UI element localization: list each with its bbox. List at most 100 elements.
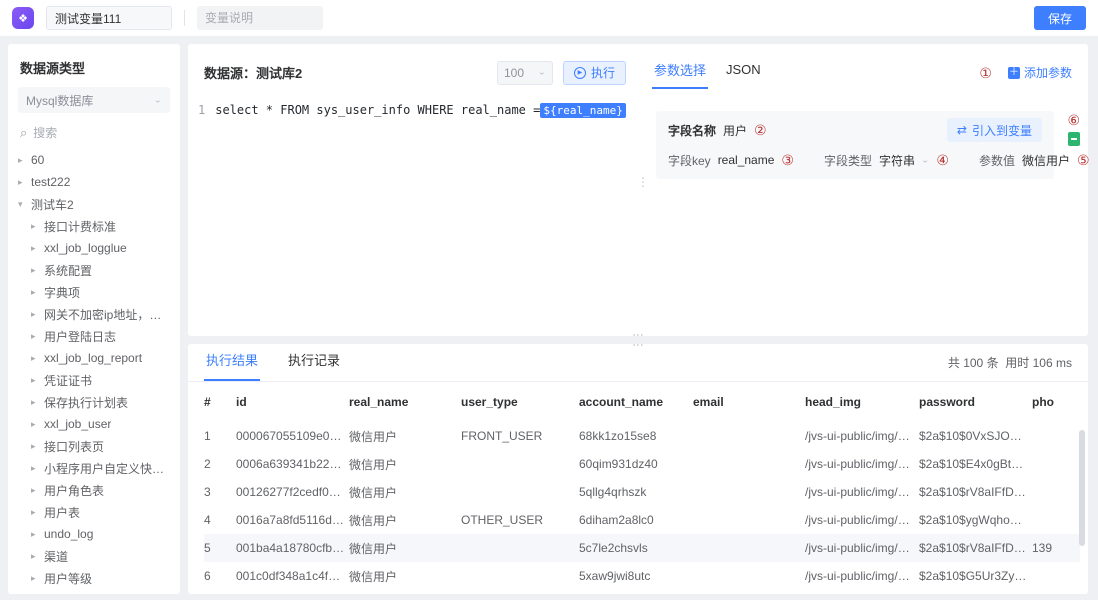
param-value-value[interactable]: 微信用户 <box>1022 152 1070 169</box>
chevron-down-icon: ⌄ <box>921 156 929 165</box>
variable-desc-input[interactable] <box>197 6 323 30</box>
table-cell <box>693 506 805 534</box>
collapse-handle-icon[interactable] <box>1068 132 1080 146</box>
field-type-select[interactable]: 字符串 ⌄ <box>879 152 929 169</box>
run-button[interactable]: ▶ 执行 <box>563 61 626 85</box>
tree-item[interactable]: ▸xxl_job_logglue <box>18 237 170 259</box>
tree-item-label: 小程序用户自定义快速入 <box>44 460 170 477</box>
tree-item[interactable]: ▸test222 <box>18 171 170 193</box>
caret-icon[interactable]: ▸ <box>18 177 31 188</box>
tree-item[interactable]: ▸用户登陆日志 <box>18 325 170 347</box>
import-to-variable-button[interactable]: ⇄ 引入到变量 <box>947 118 1042 142</box>
tree-item-label: 凭证证书 <box>44 372 92 389</box>
tree-item[interactable]: ▸用户角色表 <box>18 479 170 501</box>
result-summary: 共 100 条 用时 106 ms <box>948 354 1072 381</box>
datasource-title: 数据源：测试库2 <box>204 63 302 82</box>
table-cell <box>693 422 805 450</box>
tree-item[interactable]: ▸xxl_job_log_report <box>18 347 170 369</box>
table-row[interactable]: 1000067055109e0110e...微信用户FRONT_USER68kk… <box>204 422 1080 450</box>
result-table-wrap: #idreal_nameuser_typeaccount_nameemailhe… <box>188 382 1088 594</box>
table-cell: 5 <box>204 534 236 562</box>
caret-icon[interactable]: ▸ <box>31 287 44 298</box>
app-logo[interactable]: ❖ <box>12 7 34 29</box>
tree-item[interactable]: ▸用户表 <box>18 501 170 523</box>
tab-param-select[interactable]: 参数选择 <box>652 56 708 89</box>
column-header: password <box>919 382 1032 422</box>
tree-item[interactable]: ▸邀请用户待审核 <box>18 589 170 594</box>
tree-item[interactable]: ▾测试车2 <box>18 193 170 215</box>
table-scrollbar[interactable] <box>1079 430 1085 546</box>
caret-icon[interactable]: ▸ <box>31 419 44 430</box>
tree-item[interactable]: ▸xxl_job_user <box>18 413 170 435</box>
table-row[interactable]: 40016a7a8fd5116d9bf0...微信用户OTHER_USER6di… <box>204 506 1080 534</box>
caret-icon[interactable]: ▸ <box>31 397 44 408</box>
table-row[interactable]: 300126277f2cedf09bdfa...微信用户5qllg4qrhszk… <box>204 478 1080 506</box>
save-button[interactable]: 保存 <box>1034 6 1086 30</box>
row-limit-select[interactable]: 100 ⌄ <box>497 61 553 85</box>
table-cell: /jvs-ui-public/img/headI... <box>805 422 919 450</box>
vertical-splitter-handle[interactable]: ⋮ <box>636 97 650 336</box>
caret-icon[interactable]: ▸ <box>31 485 44 496</box>
search-box[interactable]: ⌕ <box>18 123 170 149</box>
tree-item[interactable]: ▸渠道 <box>18 545 170 567</box>
caret-icon[interactable]: ▸ <box>18 155 31 166</box>
summary-total-label: 共 <box>948 356 960 370</box>
tree-item[interactable]: ▸60 <box>18 149 170 171</box>
caret-icon[interactable]: ▸ <box>31 309 44 320</box>
table-cell <box>693 534 805 562</box>
table-cell <box>461 450 579 478</box>
caret-icon[interactable]: ▸ <box>31 529 44 540</box>
tab-exec-result[interactable]: 执行结果 <box>204 340 260 381</box>
tree-item[interactable]: ▸用户等级 <box>18 567 170 589</box>
sidebar: 数据源类型 Mysql数据库 ⌄ ⌕ ▸60▸test222▾测试车2▸接口计费… <box>8 44 180 594</box>
tree-item[interactable]: ▸网关不加密ip地址，主要j <box>18 303 170 325</box>
panel-resize-handle[interactable]: ⋮⋮ <box>632 330 645 350</box>
table-cell <box>1032 506 1080 534</box>
caret-icon[interactable]: ▸ <box>31 331 44 342</box>
tree-item[interactable]: ▸字典项 <box>18 281 170 303</box>
table-cell: 2 <box>204 450 236 478</box>
caret-icon[interactable]: ▸ <box>31 353 44 364</box>
tree-item[interactable]: ▸凭证证书 <box>18 369 170 391</box>
datasource-type-select[interactable]: Mysql数据库 ⌄ <box>18 87 170 113</box>
table-cell <box>693 562 805 590</box>
search-input[interactable] <box>33 126 180 140</box>
caret-icon[interactable]: ▸ <box>31 507 44 518</box>
caret-icon[interactable]: ▸ <box>31 551 44 562</box>
tab-json[interactable]: JSON <box>724 58 763 87</box>
table-cell: 0016a7a8fd5116d9bf0... <box>236 506 349 534</box>
caret-icon[interactable]: ▸ <box>31 375 44 386</box>
params-area: 字段名称 用户 ② ⇄ 引入到变量 字段key real_name <box>650 97 1088 336</box>
tree-item[interactable]: ▸接口计费标准 <box>18 215 170 237</box>
tree-item-label: 用户登陆日志 <box>44 328 116 345</box>
tree-item-label: 用户等级 <box>44 570 92 587</box>
table-row[interactable]: 20006a639341b2238bb...微信用户60qim931dz40/j… <box>204 450 1080 478</box>
caret-icon[interactable]: ▸ <box>31 463 44 474</box>
table-cell: 001c0df348a1c4f6c6f4... <box>236 562 349 590</box>
sql-editor[interactable]: 1select * FROM sys_user_info WHERE real_… <box>188 97 636 336</box>
caret-icon[interactable]: ▸ <box>31 243 44 254</box>
tree-item[interactable]: ▸小程序用户自定义快速入 <box>18 457 170 479</box>
table-row[interactable]: 6001c0df348a1c4f6c6f4...微信用户5xaw9jwi8utc… <box>204 562 1080 590</box>
add-param-button[interactable]: ＋ 添加参数 <box>1008 64 1072 81</box>
tree-item-label: 60 <box>31 153 44 167</box>
field-name-value[interactable]: 用户 <box>723 122 747 139</box>
caret-icon[interactable]: ▸ <box>31 265 44 276</box>
variable-name-input[interactable] <box>46 6 172 30</box>
caret-icon[interactable]: ▾ <box>18 199 31 210</box>
tree-item[interactable]: ▸接口列表页 <box>18 435 170 457</box>
caret-icon[interactable]: ▸ <box>31 573 44 584</box>
sql-variable-chip[interactable]: ${real_name} <box>540 103 625 118</box>
table-row[interactable]: 5001ba4a18780cfb3b56...微信用户5c7le2chsvls/… <box>204 534 1080 562</box>
run-button-label: 执行 <box>591 64 615 81</box>
table-cell: $2a$10$rV8aIFfDTg6... <box>919 478 1032 506</box>
tab-exec-history[interactable]: 执行记录 <box>286 340 342 381</box>
table-cell: $2a$10$E4x0gBtSuV... <box>919 450 1032 478</box>
tree-item[interactable]: ▸系统配置 <box>18 259 170 281</box>
caret-icon[interactable]: ▸ <box>31 221 44 232</box>
tree-item[interactable]: ▸undo_log <box>18 523 170 545</box>
field-key-value[interactable]: real_name <box>718 153 775 167</box>
caret-icon[interactable]: ▸ <box>31 441 44 452</box>
table-cell: $2a$10$rV8aIFfDTg6... <box>919 534 1032 562</box>
tree-item[interactable]: ▸保存执行计划表 <box>18 391 170 413</box>
